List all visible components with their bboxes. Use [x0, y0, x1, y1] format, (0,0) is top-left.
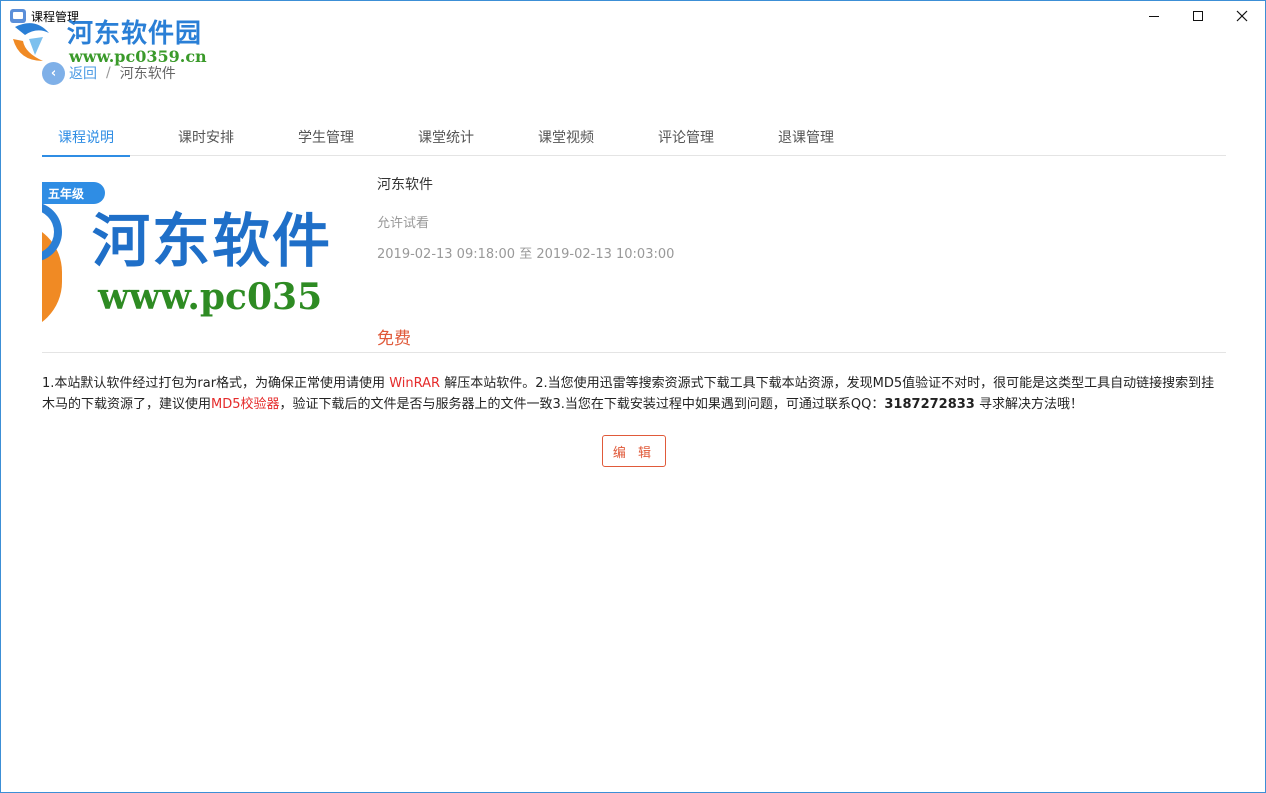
grade-badge: 五年级 — [42, 182, 105, 204]
watermark-mark-icon — [13, 23, 49, 61]
tab-withdrawal-management[interactable]: 退课管理 — [730, 117, 850, 156]
cover-text: 河东软件 — [92, 207, 333, 275]
tab-bar: 课程说明 课时安排 学生管理 课堂统计 课堂视频 评论管理 退课管理 — [42, 117, 1226, 157]
trial-status: 允许试看 — [377, 216, 430, 231]
tab-course-description[interactable]: 课程说明 — [42, 117, 130, 157]
tab-comment-management[interactable]: 评论管理 — [610, 117, 730, 156]
tab-label: 退课管理 — [778, 129, 834, 146]
watermark-name: 河东软件园 — [67, 19, 203, 49]
md5-tool-link[interactable]: MD5校验器 — [211, 397, 280, 412]
course-time-range: 2019-02-13 09:18:00 至 2019-02-13 10:03:0… — [377, 247, 675, 262]
maximize-icon — [1193, 11, 1203, 21]
breadcrumb-separator: / — [106, 65, 111, 81]
course-description: 1.本站默认软件经过打包为rar格式，为确保正常使用请使用 WinRAR 解压本… — [42, 373, 1226, 415]
tab-student-management[interactable]: 学生管理 — [250, 117, 370, 156]
close-icon — [1236, 10, 1248, 22]
tab-label: 课堂统计 — [418, 129, 474, 146]
tab-label: 课时安排 — [178, 129, 234, 146]
tab-label: 课程说明 — [58, 129, 114, 146]
app-window: 课程管理 河东软件园 www.pc0359.cn ‹ 返回 / 河东软件 课程说… — [0, 0, 1266, 793]
tab-class-video[interactable]: 课堂视频 — [490, 117, 610, 156]
cover-logo-blue — [42, 202, 62, 262]
close-button[interactable] — [1219, 1, 1265, 31]
course-name: 河东软件 — [377, 177, 433, 193]
winrar-link[interactable]: WinRAR — [389, 376, 440, 391]
minimize-icon — [1149, 15, 1159, 17]
desc-text-4: 寻求解决方法哦！ — [974, 397, 1083, 412]
breadcrumb-current: 河东软件 — [119, 66, 176, 82]
maximize-button[interactable] — [1175, 1, 1221, 31]
tab-lesson-schedule[interactable]: 课时安排 — [130, 117, 250, 156]
course-cover-image: 河东软件 www.pc035 五年级 — [42, 182, 362, 324]
cover-url: www.pc035 — [98, 276, 323, 318]
divider — [42, 352, 1226, 353]
minimize-button[interactable] — [1131, 1, 1177, 31]
tab-class-statistics[interactable]: 课堂统计 — [370, 117, 490, 156]
tab-label: 学生管理 — [298, 129, 354, 146]
back-icon[interactable]: ‹ — [42, 61, 65, 85]
back-link[interactable]: 返回 — [69, 63, 97, 83]
qq-number: 3187272833 — [884, 397, 975, 412]
edit-button[interactable]: 编 辑 — [602, 435, 666, 467]
tab-label: 评论管理 — [658, 129, 714, 146]
course-price: 免费 — [377, 329, 411, 349]
desc-text-1: 1.本站默认软件经过打包为rar格式，为确保正常使用请使用 — [42, 376, 390, 391]
desc-text-3: ，验证下载后的文件是否与服务器上的文件一致3.当您在下载安装过程中如果遇到问题，… — [279, 397, 885, 412]
breadcrumb: ‹ 返回 / 河东软件 — [42, 61, 176, 85]
tab-label: 课堂视频 — [538, 129, 594, 146]
